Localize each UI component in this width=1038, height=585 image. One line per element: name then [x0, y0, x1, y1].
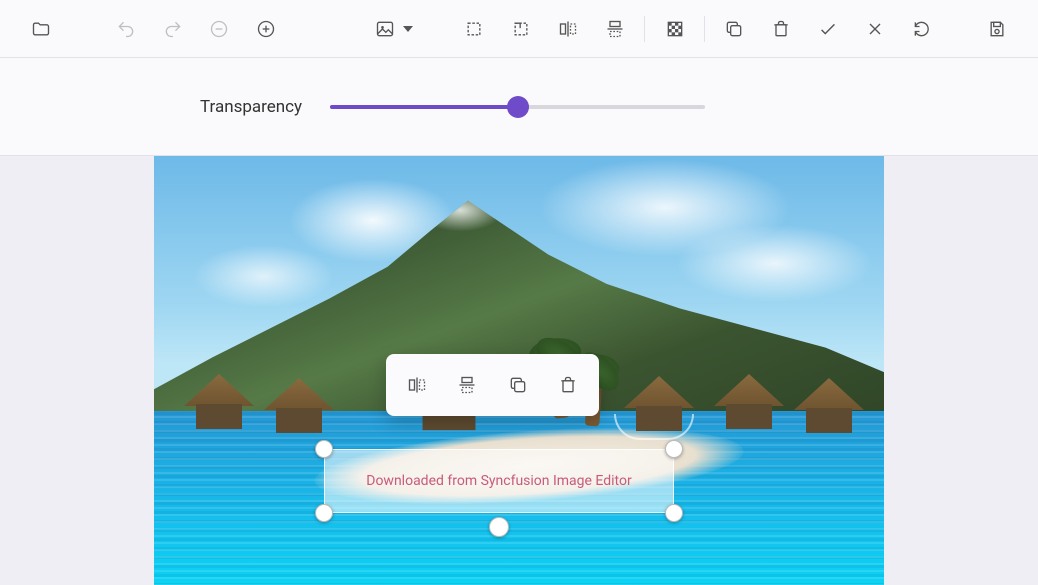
image-dropdown[interactable] [365, 9, 423, 49]
watermark-text: Downloaded from Syncfusion Image Editor [366, 473, 631, 489]
checker-icon [665, 19, 685, 39]
chevron-down-icon [403, 26, 413, 32]
edited-image[interactable]: Downloaded from Syncfusion Image Editor [154, 156, 884, 585]
transparency-button[interactable] [651, 9, 698, 49]
undo-button [102, 9, 149, 49]
duplicate-icon [724, 19, 744, 39]
close-icon [865, 19, 885, 39]
image-background [794, 378, 864, 433]
resize-handle-top-right[interactable] [665, 440, 683, 458]
selection-fill: Downloaded from Syncfusion Image Editor [324, 449, 674, 513]
zoom-out-button [196, 9, 243, 49]
rotate-handle[interactable] [489, 517, 509, 537]
resize-button[interactable] [498, 9, 545, 49]
folder-icon [31, 19, 51, 39]
image-icon [375, 19, 395, 39]
minus-circle-icon [209, 19, 229, 39]
resize-handle-bottom-right[interactable] [665, 504, 683, 522]
flip-horizontal-icon [407, 375, 427, 395]
slider-fill [330, 105, 518, 109]
duplicate-button[interactable] [711, 9, 758, 49]
quick-flip-vertical-button[interactable] [445, 363, 489, 407]
crop-icon [464, 19, 484, 39]
slider-thumb[interactable] [507, 96, 529, 118]
resize-handle-bottom-left[interactable] [315, 504, 333, 522]
flip-horizontal-button[interactable] [545, 9, 592, 49]
save-icon [987, 19, 1007, 39]
redo-icon [163, 19, 183, 39]
reset-button[interactable] [898, 9, 945, 49]
transparency-slider[interactable] [330, 97, 705, 117]
image-background [184, 374, 254, 429]
crop-button[interactable] [451, 9, 498, 49]
delete-button[interactable] [758, 9, 805, 49]
selection-box[interactable]: Downloaded from Syncfusion Image Editor [324, 449, 674, 513]
save-button[interactable] [973, 9, 1020, 49]
cancel-button[interactable] [851, 9, 898, 49]
undo-icon [116, 19, 136, 39]
flip-vertical-icon [457, 375, 477, 395]
context-toolbar: Transparency [0, 58, 1038, 156]
quick-delete-button[interactable] [546, 363, 590, 407]
reset-icon [912, 19, 932, 39]
plus-circle-icon [256, 19, 276, 39]
confirm-button[interactable] [805, 9, 852, 49]
trash-icon [771, 19, 791, 39]
image-background [714, 374, 784, 429]
quick-duplicate-button[interactable] [496, 363, 540, 407]
flip-vertical-button[interactable] [591, 9, 638, 49]
open-button[interactable] [18, 9, 65, 49]
image-background [264, 378, 334, 433]
duplicate-icon [508, 375, 528, 395]
zoom-in-button[interactable] [243, 9, 290, 49]
toolbar-separator [644, 16, 645, 42]
transparency-label: Transparency [200, 97, 302, 117]
toolbar-separator [704, 16, 705, 42]
flip-horizontal-icon [558, 19, 578, 39]
resize-icon [511, 19, 531, 39]
resize-handle-top-left[interactable] [315, 440, 333, 458]
quick-flip-horizontal-button[interactable] [395, 363, 439, 407]
flip-vertical-icon [605, 19, 625, 39]
canvas-area: Downloaded from Syncfusion Image Editor [0, 156, 1038, 585]
main-toolbar [0, 0, 1038, 58]
trash-icon [558, 375, 578, 395]
check-icon [817, 18, 839, 40]
redo-button [149, 9, 196, 49]
selection-quick-toolbar [386, 354, 599, 416]
